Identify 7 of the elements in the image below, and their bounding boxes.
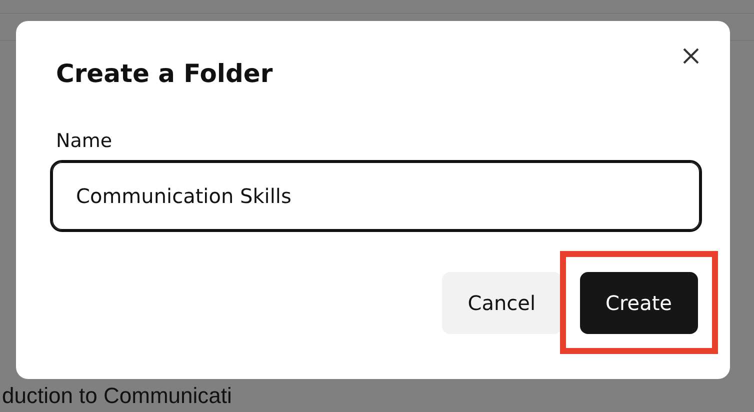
dialog-title: Create a Folder bbox=[56, 59, 273, 88]
create-button[interactable]: Create bbox=[580, 272, 698, 334]
close-icon bbox=[682, 46, 700, 64]
cancel-button[interactable]: Cancel bbox=[442, 272, 562, 334]
page-heading: duction to Communicati bbox=[2, 385, 232, 407]
name-field[interactable]: Communication Skills bbox=[50, 160, 702, 232]
field-label: Name bbox=[55, 130, 114, 152]
